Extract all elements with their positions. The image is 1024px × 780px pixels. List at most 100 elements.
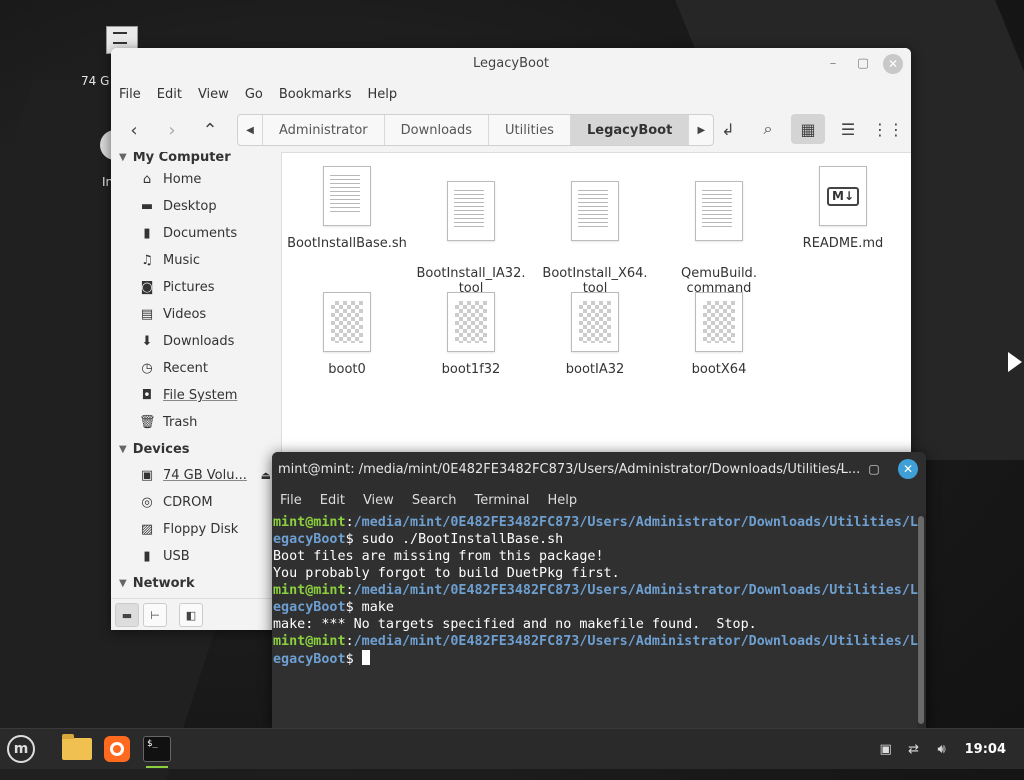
icon-view-grid-icon[interactable]: ▦ — [791, 114, 825, 144]
sidebar-item-label: File System — [163, 388, 238, 403]
notes-icon[interactable]: ▣ — [877, 742, 895, 757]
menu-help[interactable]: Help — [367, 87, 397, 102]
menu-file[interactable]: File — [119, 87, 141, 102]
sidebar-item-documents[interactable]: ▮ Documents — [111, 220, 281, 247]
places-view-icon[interactable]: ▬ — [115, 603, 139, 627]
sidebar-item-desktop[interactable]: ▬ Desktop — [111, 193, 281, 220]
scrollbar-thumb[interactable] — [918, 516, 924, 724]
sidebar-item-usb[interactable]: ▮ USB — [111, 543, 281, 570]
breadcrumb-right-arrow-icon[interactable]: ▶ — [688, 115, 713, 145]
sidebar-item-cdrom[interactable]: ◎ CDROM — [111, 489, 281, 516]
taskbar-terminal-launcher[interactable]: $_ — [140, 733, 174, 768]
minimize-button[interactable]: – — [830, 459, 850, 479]
clock[interactable]: 19:04 — [965, 742, 1006, 757]
breadcrumb-left-arrow-icon[interactable]: ◀ — [238, 115, 262, 145]
sidebar-item-downloads[interactable]: ⬇ Downloads — [111, 328, 281, 355]
menu-edit[interactable]: Edit — [157, 87, 182, 102]
sidebar-item-home[interactable]: ⌂ Home — [111, 166, 281, 193]
breadcrumb-administrator[interactable]: Administrator — [262, 115, 384, 145]
search-icon[interactable]: ⌕ — [751, 114, 785, 144]
sidebar-item-videos[interactable]: ▤ Videos — [111, 301, 281, 328]
download-icon: ⬇ — [141, 334, 153, 349]
file-item[interactable]: QemuBuild. command — [659, 166, 779, 311]
menu-view[interactable]: View — [363, 493, 394, 508]
menu-edit[interactable]: Edit — [320, 493, 345, 508]
menu-bookmarks[interactable]: Bookmarks — [279, 87, 352, 102]
menu-terminal[interactable]: Terminal — [474, 493, 529, 508]
text-file-icon — [323, 166, 371, 226]
eject-icon[interactable]: ⏏ — [261, 469, 271, 482]
menu-button[interactable]: m — [4, 733, 38, 765]
terminal-window: mint@mint: /media/mint/0E482FE3482FC873/… — [272, 452, 926, 728]
hide-sidebar-icon[interactable]: ◧ — [179, 603, 203, 627]
chevron-up-icon: ⌃ — [202, 119, 218, 141]
list-view-icon[interactable]: ☰ — [831, 114, 865, 144]
terminal-output[interactable]: mint@mint:/media/mint/0E482FE3482FC873/U… — [272, 514, 918, 728]
window-titlebar[interactable]: mint@mint: /media/mint/0E482FE3482FC873/… — [272, 452, 926, 486]
sidebar-item-floppy[interactable]: ▨ Floppy Disk — [111, 516, 281, 543]
collapse-triangle-icon: ▼ — [119, 152, 127, 163]
breadcrumb-legacyboot[interactable]: LegacyBoot — [569, 115, 689, 145]
up-button[interactable]: ⌃ — [191, 114, 229, 146]
sidebar-item-recent[interactable]: ◷ Recent — [111, 355, 281, 382]
sidebar-section-devices[interactable]: ▼ Devices — [111, 436, 281, 462]
file-item[interactable]: M↓ README.md — [783, 166, 903, 251]
menu-view[interactable]: View — [198, 87, 229, 102]
prompt-user: mint@mint — [273, 515, 346, 530]
terminal-output-line: Boot files are missing from this package… — [273, 549, 604, 564]
file-item[interactable]: bootIA32 — [535, 292, 655, 377]
terminal-prompt-line: mint@mint:/media/mint/0E482FE3482FC873/U… — [273, 514, 918, 531]
sidebar-item-label: Floppy Disk — [163, 522, 239, 537]
menu-go[interactable]: Go — [245, 87, 263, 102]
taskbar-files-launcher[interactable] — [60, 733, 94, 765]
sidebar-item-label: Trash — [163, 415, 198, 430]
file-item[interactable]: bootX64 — [659, 292, 779, 377]
menu-help[interactable]: Help — [547, 493, 577, 508]
window-titlebar[interactable]: LegacyBoot – ▢ ✕ — [111, 48, 911, 80]
menu-search[interactable]: Search — [412, 493, 457, 508]
back-button[interactable]: ‹ — [115, 114, 153, 146]
document-icon: ▮ — [143, 226, 151, 241]
sidebar-item-file-system[interactable]: ◘ File System — [111, 382, 281, 409]
breadcrumb-downloads[interactable]: Downloads — [383, 115, 488, 145]
file-item[interactable]: BootInstall_X64. tool — [535, 166, 655, 311]
trash-icon: 🗑︎ — [139, 415, 156, 430]
file-item[interactable]: boot0 — [287, 292, 407, 377]
compact-view-icon[interactable]: ⋮⋮ — [871, 114, 905, 144]
sidebar-item-trash[interactable]: 🗑︎ Trash — [111, 409, 281, 436]
chevron-left-icon: ‹ — [130, 119, 138, 141]
text-cursor — [361, 650, 370, 665]
file-item[interactable]: BootInstall_IA32. tool — [411, 166, 531, 311]
hard-disk-icon: ▣ — [140, 468, 154, 483]
sidebar-item-volume[interactable]: ▣ 74 GB Volu... ⏏ — [111, 462, 281, 489]
scrollbar[interactable] — [918, 514, 924, 726]
collapse-triangle-icon: ▼ — [119, 577, 127, 589]
sidebar-item-music[interactable]: ♫ Music — [111, 247, 281, 274]
collapse-triangle-icon: ▼ — [119, 443, 127, 455]
forward-button[interactable]: › — [153, 114, 191, 146]
sidebar-section-my-computer[interactable]: ▼ My Computer — [111, 152, 281, 166]
prompt-path: egacyBoot — [273, 652, 346, 667]
menu-file[interactable]: File — [280, 493, 302, 508]
terminal-prompt-line: mint@mint:/media/mint/0E482FE3482FC873/U… — [273, 633, 918, 650]
prompt-user: mint@mint — [273, 634, 346, 649]
sidebar-section-network[interactable]: ▼ Network — [111, 570, 281, 596]
taskbar-firefox-launcher[interactable] — [100, 733, 134, 765]
volume-icon[interactable]: 🔊︎ — [933, 742, 951, 757]
network-disconnected-icon[interactable]: ⇄ — [905, 742, 923, 757]
file-name: bootIA32 — [565, 362, 625, 377]
toggle-location-entry-icon[interactable]: ↲ — [711, 114, 745, 144]
maximize-button[interactable]: ▢ — [853, 54, 873, 74]
file-name: boot1f32 — [441, 362, 501, 377]
maximize-button[interactable]: ▢ — [864, 459, 884, 479]
minimize-button[interactable]: – — [823, 54, 843, 74]
breadcrumb-utilities[interactable]: Utilities — [488, 115, 570, 145]
tree-view-icon[interactable]: ⊢ — [143, 603, 167, 627]
file-item[interactable]: boot1f32 — [411, 292, 531, 377]
folder-icon — [62, 734, 92, 760]
close-button[interactable]: ✕ — [883, 54, 903, 74]
file-item[interactable]: BootInstallBase.sh — [287, 166, 407, 251]
sidebar-item-pictures[interactable]: ◙ Pictures — [111, 274, 281, 301]
close-button[interactable]: ✕ — [898, 459, 918, 479]
text-file-icon — [447, 181, 495, 241]
